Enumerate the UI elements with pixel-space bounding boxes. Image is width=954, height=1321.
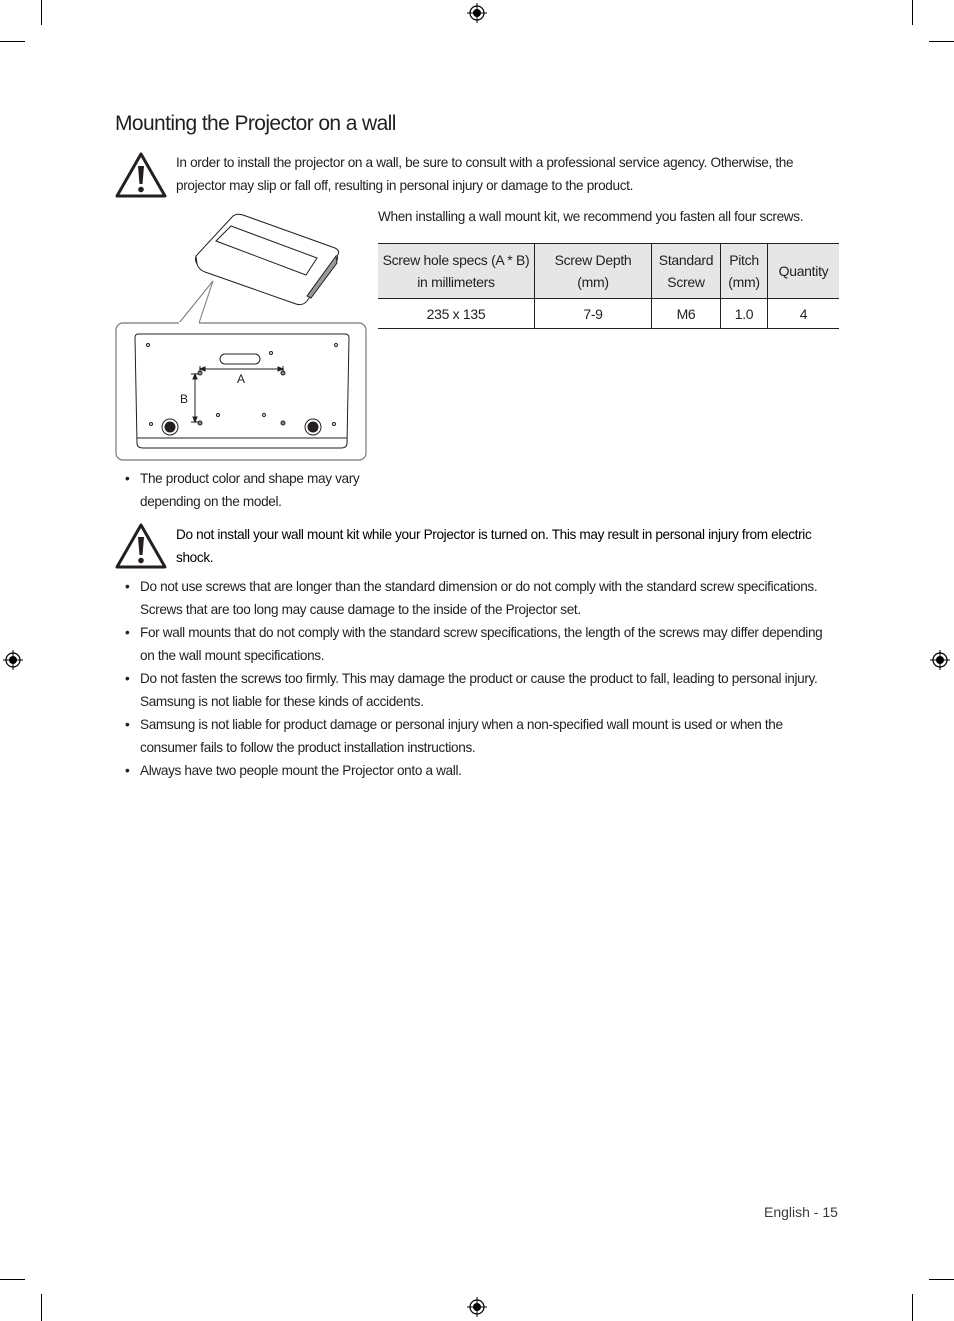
crop-mark <box>912 0 913 25</box>
caution-bullet-list: Do not use screws that are longer than t… <box>115 575 835 782</box>
registration-mark-icon <box>467 3 487 23</box>
warning-text: Do not install your wall mount kit while… <box>176 527 812 565</box>
table-header-row: Screw hole specs (A * B) in millimeters … <box>378 243 839 299</box>
dimension-label-b: B <box>180 392 188 406</box>
crop-mark <box>41 1294 42 1321</box>
list-item: Always have two people mount the Project… <box>115 759 835 782</box>
registration-mark-icon <box>3 650 23 670</box>
page-number: English - 15 <box>764 1204 838 1220</box>
list-item: The product color and shape may vary dep… <box>115 467 380 513</box>
registration-mark-icon <box>930 650 950 670</box>
crop-mark <box>0 1279 25 1280</box>
table-cell: 4 <box>767 298 839 329</box>
table-cell: 235 x 135 <box>378 298 535 329</box>
warning-text: In order to install the projector on a w… <box>176 155 794 193</box>
list-item: Do not use screws that are longer than t… <box>115 575 835 621</box>
warning-triangle-icon <box>115 523 167 569</box>
column-header: Pitch (mm) <box>720 243 768 299</box>
table-row: 235 x 135 7-9 M6 1.0 4 <box>378 298 839 329</box>
list-item: Samsung is not liable for product damage… <box>115 713 835 759</box>
page-title: Mounting the Projector on a wall <box>115 112 396 135</box>
intro-text: When installing a wall mount kit, we rec… <box>378 209 804 224</box>
table-cell: 7-9 <box>534 298 652 329</box>
column-header: Standard Screw <box>651 243 721 299</box>
column-header: Screw hole specs (A * B) in millimeters <box>378 243 535 299</box>
crop-mark <box>0 41 25 42</box>
column-header: Screw Depth (mm) <box>534 243 652 299</box>
list-item: For wall mounts that do not comply with … <box>115 621 835 667</box>
table-cell: M6 <box>651 298 721 329</box>
crop-mark <box>929 41 954 42</box>
registration-mark-icon <box>467 1297 487 1317</box>
projector-mount-diagram: A B <box>115 213 367 461</box>
table-cell: 1.0 <box>720 298 768 329</box>
warning-triangle-icon <box>115 152 167 198</box>
crop-mark <box>912 1294 913 1321</box>
projector-body-illustration <box>195 213 340 306</box>
dimension-label-a: A <box>237 372 245 386</box>
model-note-list: The product color and shape may vary dep… <box>115 467 380 513</box>
list-item: Do not fasten the screws too firmly. Thi… <box>115 667 835 713</box>
crop-mark <box>929 1279 954 1280</box>
screw-spec-table: Screw hole specs (A * B) in millimeters … <box>378 243 839 329</box>
crop-mark <box>41 0 42 25</box>
column-header: Quantity <box>767 243 839 299</box>
